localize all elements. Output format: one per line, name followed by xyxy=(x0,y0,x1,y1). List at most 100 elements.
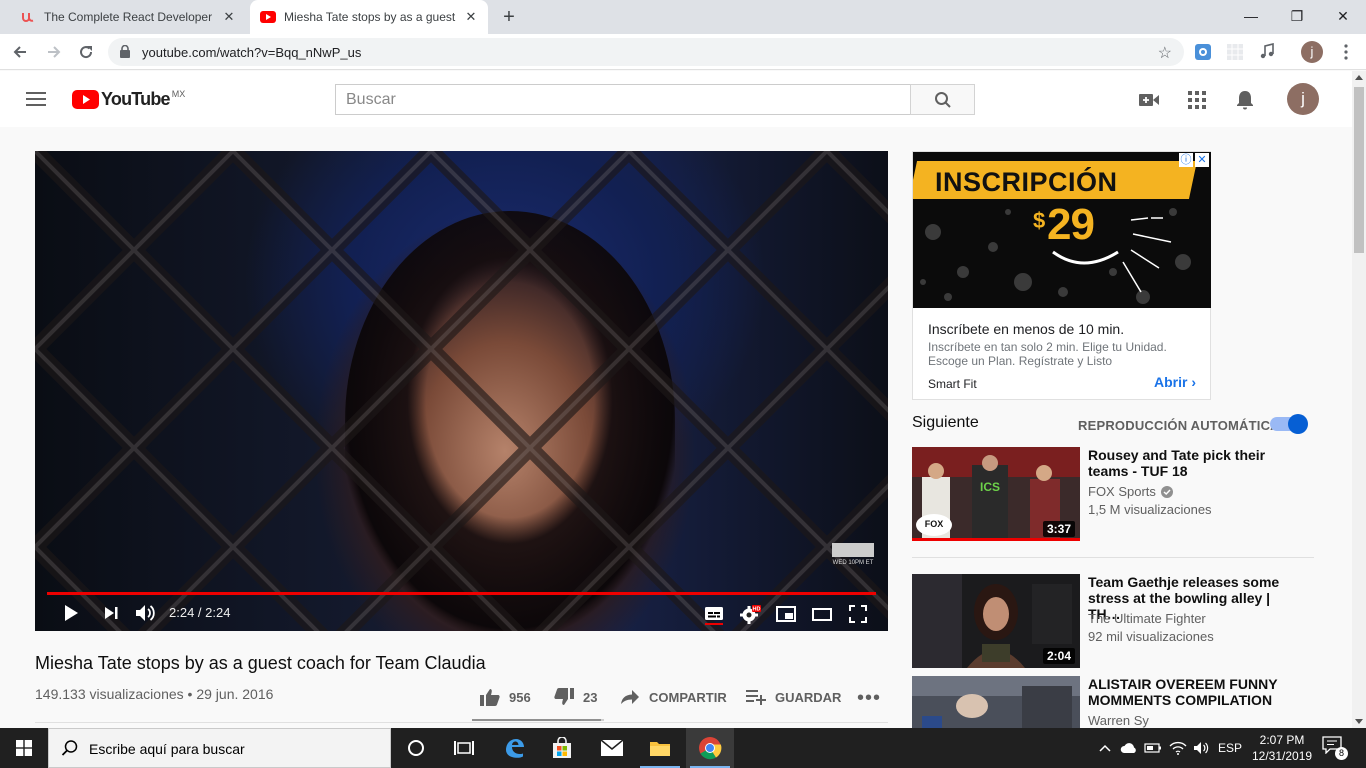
fullscreen-button[interactable] xyxy=(847,603,869,625)
taskbar-file-explorer[interactable] xyxy=(636,728,684,768)
menu-icon[interactable] xyxy=(26,91,46,107)
battery-plug-icon[interactable] xyxy=(1142,728,1164,768)
browser-toolbar: youtube.com/watch?v=Bqq_nNwP_us ☆ j xyxy=(0,34,1366,70)
up-next-item[interactable]: ALISTAIR OVEREEM FUNNY MOMMENTS COMPILAT… xyxy=(912,676,1314,728)
thumbs-down-icon xyxy=(553,686,575,708)
up-next-item[interactable]: ICS FOX 3:37 Rousey and Tate pick their … xyxy=(912,447,1314,543)
ad-info-icon[interactable]: ⓘ xyxy=(1179,153,1193,167)
progress-bar[interactable] xyxy=(47,592,876,595)
onedrive-cloud-icon[interactable] xyxy=(1118,728,1140,768)
chrome-menu-icon[interactable] xyxy=(1338,43,1354,61)
up-next-title[interactable]: Rousey and Tate pick their teams - TUF 1… xyxy=(1088,447,1304,479)
subtitles-button[interactable] xyxy=(703,603,725,625)
reload-button[interactable] xyxy=(74,40,98,64)
share-button[interactable]: COMPARTIR xyxy=(619,686,727,708)
minimize-button[interactable]: — xyxy=(1228,0,1274,32)
taskbar-search-box[interactable]: Escribe aquí para buscar xyxy=(48,728,391,768)
browser-tab-udemy[interactable]: The Complete React Developer C ✕ xyxy=(10,0,246,34)
search-icon xyxy=(934,91,951,108)
search-button[interactable] xyxy=(910,84,975,115)
notifications-bell-icon[interactable] xyxy=(1234,89,1256,111)
new-tab-button[interactable]: + xyxy=(498,6,520,28)
up-next-item[interactable]: 2:04 Team Gaethje releases some stress a… xyxy=(912,574,1314,668)
ad-banner[interactable]: INSCRIPCIÓN $ 29 ⓘ ✕ xyxy=(913,152,1211,308)
dislike-button[interactable]: 23 xyxy=(553,686,597,708)
video-views-date: 149.133 visualizaciones • 29 jun. 2016 xyxy=(35,686,274,702)
ad-open-link[interactable]: Abrir › xyxy=(1154,374,1196,390)
video-thumbnail[interactable]: ICS FOX 3:37 xyxy=(912,447,1080,541)
ad-close-icon[interactable]: ✕ xyxy=(1195,153,1209,167)
scroll-down-arrow-icon[interactable] xyxy=(1355,719,1363,724)
search-box[interactable] xyxy=(335,84,911,115)
task-view-icon xyxy=(454,741,474,755)
video-thumbnail[interactable]: 2:04 xyxy=(912,574,1080,668)
theater-mode-button[interactable] xyxy=(811,603,833,625)
volume-button[interactable] xyxy=(134,601,158,625)
thumbnail-image-fight xyxy=(912,676,1080,728)
autoplay-label: REPRODUCCIÓN AUTOMÁTICA xyxy=(1078,418,1280,433)
action-center-button[interactable]: 8 xyxy=(1322,736,1348,760)
next-button[interactable] xyxy=(99,601,123,625)
search-input[interactable] xyxy=(336,85,910,114)
close-tab-icon[interactable]: ✕ xyxy=(464,10,478,24)
taskbar-edge[interactable] xyxy=(490,728,538,768)
extension-grid-icon[interactable] xyxy=(1226,43,1244,61)
sidebar-ad[interactable]: INSCRIPCIÓN $ 29 ⓘ ✕ Inscríbete en menos… xyxy=(912,151,1211,400)
wifi-icon[interactable] xyxy=(1166,728,1190,768)
autoplay-toggle[interactable] xyxy=(1270,414,1308,434)
notification-count-badge: 8 xyxy=(1335,747,1348,760)
up-next-channel[interactable]: Warren Sy xyxy=(1088,713,1149,728)
fullscreen-icon xyxy=(849,605,867,623)
account-avatar[interactable]: j xyxy=(1287,83,1319,115)
video-thumbnail[interactable] xyxy=(912,676,1080,728)
taskbar-mail[interactable] xyxy=(588,728,636,768)
toggle-knob[interactable] xyxy=(1288,414,1308,434)
taskbar-chrome[interactable] xyxy=(686,728,734,768)
music-note-icon[interactable] xyxy=(1258,43,1276,61)
like-count: 956 xyxy=(509,689,531,705)
up-next-views: 1,5 M visualizaciones xyxy=(1088,502,1212,517)
like-button[interactable]: 956 xyxy=(479,686,531,708)
back-button[interactable] xyxy=(8,40,32,64)
forward-button[interactable] xyxy=(42,40,66,64)
scroll-up-arrow-icon[interactable] xyxy=(1355,75,1363,80)
apps-grid-icon[interactable] xyxy=(1186,89,1208,111)
page-scrollbar[interactable] xyxy=(1352,71,1366,728)
close-window-button[interactable]: ✕ xyxy=(1320,0,1366,32)
profile-avatar[interactable]: j xyxy=(1301,41,1323,63)
volume-speaker-icon[interactable] xyxy=(1190,728,1214,768)
bookmark-star-icon[interactable]: ☆ xyxy=(1158,43,1172,63)
miniplayer-button[interactable] xyxy=(775,603,797,625)
clock-time: 2:07 PM xyxy=(1259,733,1305,747)
youtube-logo[interactable]: YouTube MX xyxy=(72,89,185,109)
up-next-channel[interactable]: FOX Sports xyxy=(1088,484,1173,499)
settings-button[interactable]: HD xyxy=(739,603,761,625)
show-hidden-icons-chevron-icon[interactable] xyxy=(1096,728,1114,768)
task-view-button[interactable] xyxy=(440,728,488,768)
up-next-channel[interactable]: The Ultimate Fighter xyxy=(1088,611,1206,626)
up-next-title[interactable]: ALISTAIR OVEREEM FUNNY MOMMENTS COMPILAT… xyxy=(1088,676,1304,708)
cortana-button[interactable] xyxy=(392,728,440,768)
extension-icon[interactable] xyxy=(1194,43,1212,61)
address-bar[interactable]: youtube.com/watch?v=Bqq_nNwP_us ☆ xyxy=(108,38,1184,66)
maximize-button[interactable]: ❐ xyxy=(1274,0,1320,32)
edge-browser-icon xyxy=(506,739,524,758)
youtube-play-logo-icon xyxy=(72,90,99,109)
cage-mesh-overlay xyxy=(35,151,888,631)
ad-choices[interactable]: ⓘ ✕ xyxy=(1179,153,1209,167)
input-language[interactable]: ESP xyxy=(1216,728,1244,768)
scrollbar-thumb[interactable] xyxy=(1354,87,1364,253)
folder-icon xyxy=(650,742,670,756)
system-clock[interactable]: 2:07 PM 12/31/2019 xyxy=(1252,732,1312,764)
create-video-icon[interactable] xyxy=(1138,89,1160,111)
reload-icon xyxy=(80,46,93,59)
start-button[interactable] xyxy=(0,728,48,768)
udemy-icon xyxy=(20,9,36,25)
play-button[interactable] xyxy=(59,601,83,625)
video-player[interactable]: WED 10PM ET 2:24 / 2:24 HD xyxy=(35,151,888,631)
save-button[interactable]: GUARDAR xyxy=(745,686,841,708)
taskbar-store[interactable] xyxy=(538,728,586,768)
more-actions-icon[interactable]: ••• xyxy=(857,688,881,708)
close-tab-icon[interactable]: ✕ xyxy=(222,10,236,24)
browser-tab-youtube[interactable]: Miesha Tate stops by as a guest c ✕ xyxy=(250,0,488,34)
